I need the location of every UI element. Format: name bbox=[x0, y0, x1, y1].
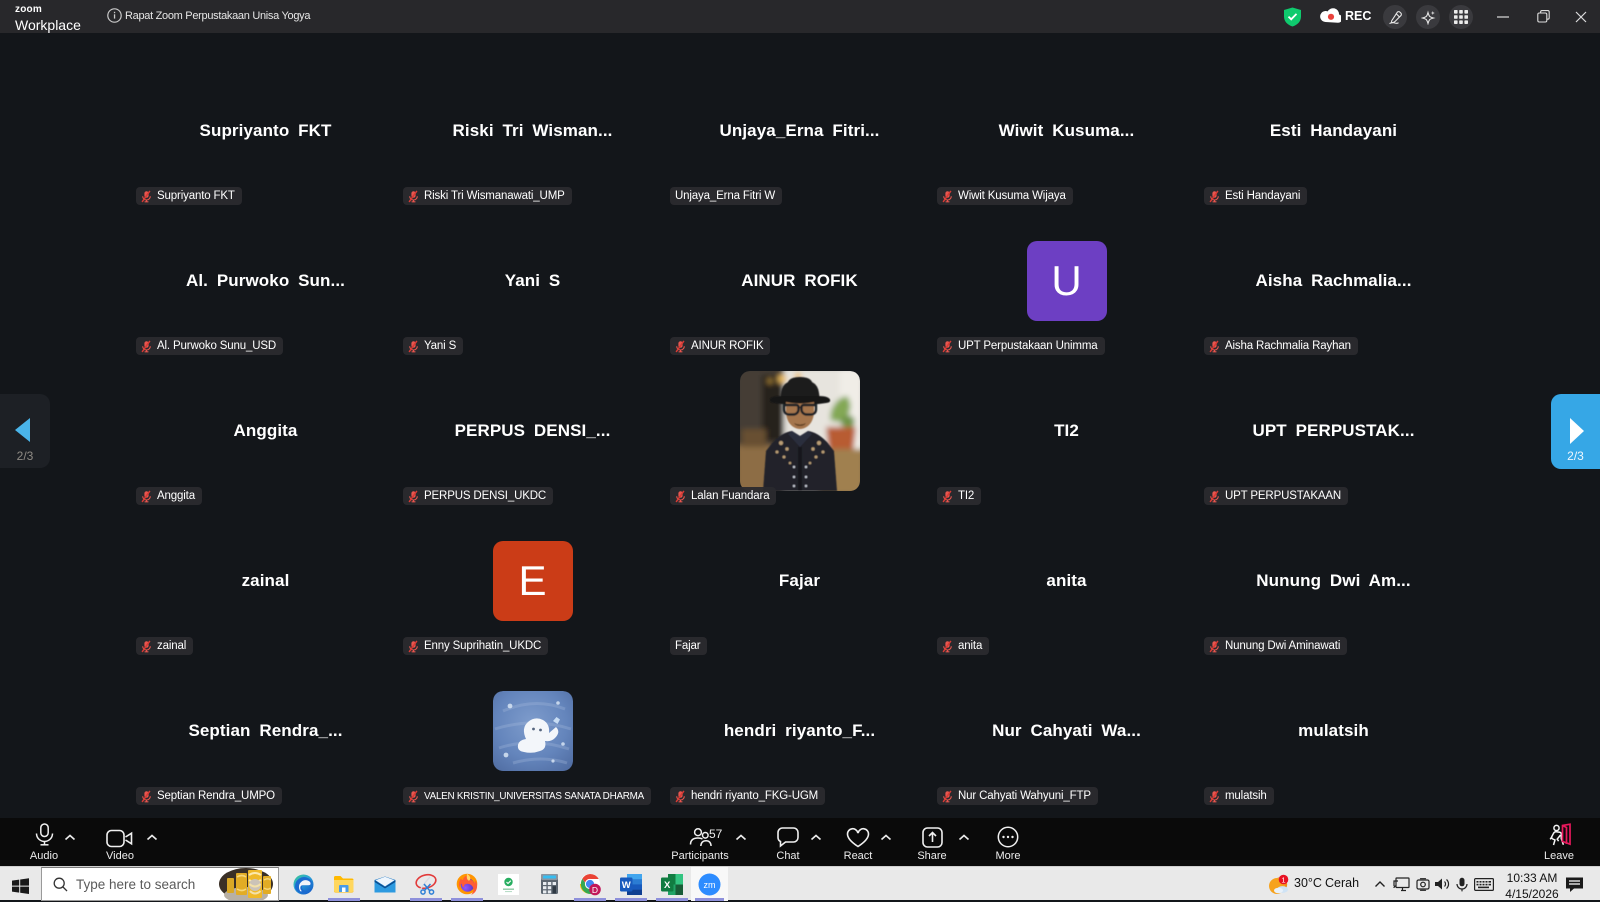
svg-text:1: 1 bbox=[1281, 875, 1285, 884]
svg-text:X: X bbox=[664, 880, 671, 891]
svg-text:D: D bbox=[591, 884, 597, 894]
svg-text:W: W bbox=[622, 880, 631, 891]
svg-text:zm: zm bbox=[704, 880, 716, 890]
